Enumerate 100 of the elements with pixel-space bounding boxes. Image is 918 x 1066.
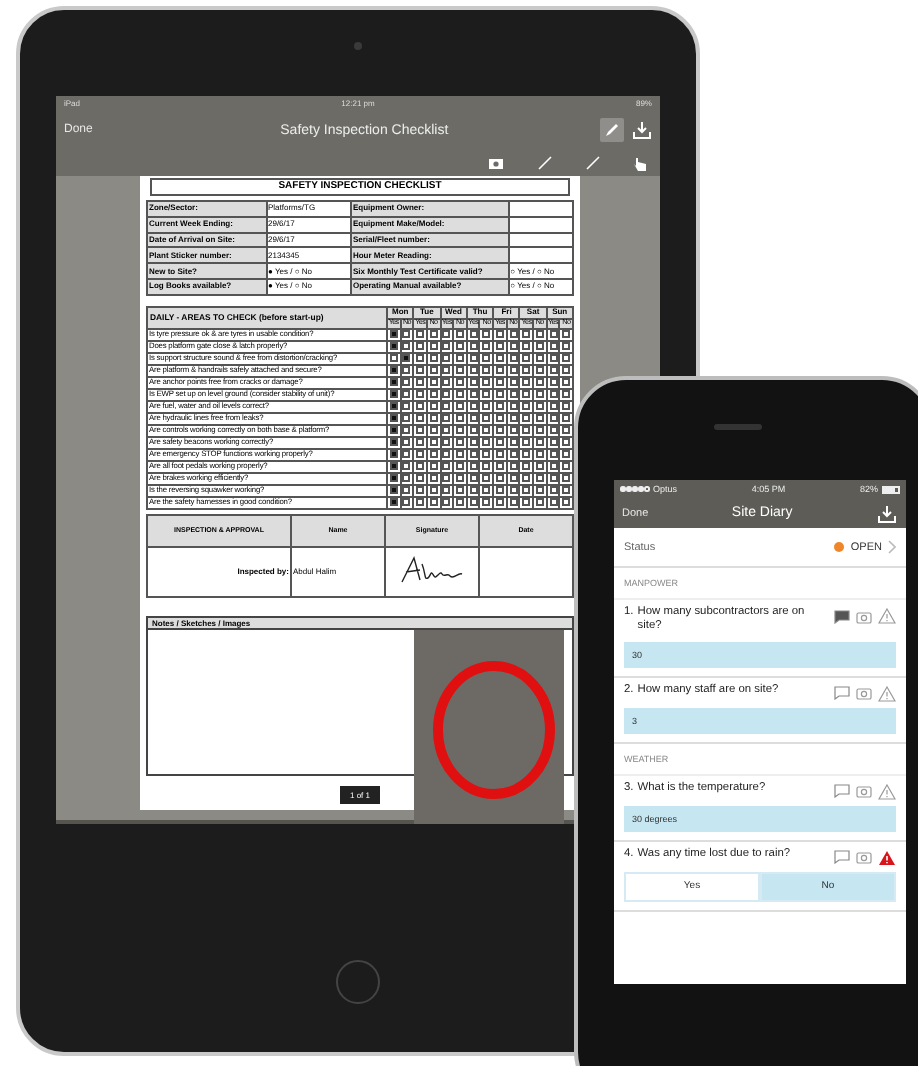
checkbox[interactable] <box>456 450 465 459</box>
checkbox[interactable] <box>456 438 465 447</box>
checkbox[interactable] <box>482 378 491 387</box>
checkbox[interactable] <box>442 498 451 507</box>
checkbox[interactable] <box>402 462 411 471</box>
checkbox[interactable] <box>402 330 411 339</box>
checkbox[interactable] <box>522 402 531 411</box>
checkbox[interactable] <box>522 450 531 459</box>
checkbox[interactable] <box>535 390 544 399</box>
checkbox[interactable] <box>549 402 557 411</box>
checkbox[interactable] <box>389 330 398 339</box>
checkbox[interactable] <box>456 486 465 495</box>
checkbox[interactable] <box>535 486 544 495</box>
checkbox[interactable] <box>416 426 425 435</box>
checkbox[interactable] <box>482 390 491 399</box>
checkbox[interactable] <box>402 414 411 423</box>
checkbox[interactable] <box>416 498 425 507</box>
checkbox[interactable] <box>469 498 478 507</box>
checkbox[interactable] <box>509 402 518 411</box>
checkbox[interactable] <box>495 330 504 339</box>
camera-icon[interactable] <box>856 686 872 701</box>
checkbox[interactable] <box>442 390 451 399</box>
checkbox[interactable] <box>402 486 411 495</box>
checkbox[interactable] <box>509 462 518 471</box>
checkbox[interactable] <box>562 474 571 483</box>
checkbox[interactable] <box>416 414 425 423</box>
checkbox[interactable] <box>416 390 425 399</box>
checkbox[interactable] <box>402 390 411 399</box>
checkbox[interactable] <box>495 474 504 483</box>
checkbox[interactable] <box>535 474 544 483</box>
checkbox[interactable] <box>442 450 451 459</box>
checkbox[interactable] <box>535 414 544 423</box>
checkbox[interactable] <box>456 342 465 351</box>
checkbox[interactable] <box>456 414 465 423</box>
checkbox[interactable] <box>442 342 451 351</box>
checkbox[interactable] <box>469 342 478 351</box>
checkbox[interactable] <box>535 330 544 339</box>
checkbox[interactable] <box>535 378 544 387</box>
checkbox[interactable] <box>429 414 438 423</box>
checkbox[interactable] <box>429 378 438 387</box>
checkbox[interactable] <box>522 366 531 375</box>
checkbox[interactable] <box>509 366 518 375</box>
checkbox[interactable] <box>389 486 398 495</box>
checkbox[interactable] <box>482 354 491 363</box>
checkbox[interactable] <box>562 414 571 423</box>
checkbox[interactable] <box>535 462 544 471</box>
checkbox[interactable] <box>522 378 531 387</box>
checkbox[interactable] <box>389 438 398 447</box>
checkbox[interactable] <box>495 390 504 399</box>
checkbox[interactable] <box>416 462 425 471</box>
checkbox[interactable] <box>469 330 478 339</box>
checkbox[interactable] <box>549 474 557 483</box>
checkbox[interactable] <box>509 378 518 387</box>
checkbox[interactable] <box>509 330 518 339</box>
checkbox[interactable] <box>482 498 491 507</box>
checkbox[interactable] <box>402 438 411 447</box>
checkbox[interactable] <box>469 438 478 447</box>
checkbox[interactable] <box>549 342 557 351</box>
checkbox[interactable] <box>495 354 504 363</box>
checkbox[interactable] <box>402 450 411 459</box>
checkbox[interactable] <box>469 354 478 363</box>
checkbox[interactable] <box>389 462 398 471</box>
checkbox[interactable] <box>562 426 571 435</box>
checkbox[interactable] <box>495 438 504 447</box>
checkbox[interactable] <box>509 474 518 483</box>
checkbox[interactable] <box>416 330 425 339</box>
checkbox[interactable] <box>429 366 438 375</box>
checkbox[interactable] <box>535 366 544 375</box>
checkbox[interactable] <box>456 474 465 483</box>
checkbox[interactable] <box>495 378 504 387</box>
checkbox[interactable] <box>535 426 544 435</box>
checkbox[interactable] <box>416 342 425 351</box>
checkbox[interactable] <box>482 426 491 435</box>
checkbox[interactable] <box>549 354 557 363</box>
checkbox[interactable] <box>549 462 557 471</box>
warning-icon[interactable] <box>878 685 896 702</box>
checkbox[interactable] <box>389 426 398 435</box>
checkbox[interactable] <box>402 366 411 375</box>
checkbox[interactable] <box>509 342 518 351</box>
checkbox[interactable] <box>429 498 438 507</box>
checkbox[interactable] <box>389 354 398 363</box>
checkbox[interactable] <box>389 402 398 411</box>
checkbox[interactable] <box>495 366 504 375</box>
checkbox[interactable] <box>442 462 451 471</box>
checkbox[interactable] <box>509 414 518 423</box>
checkbox[interactable] <box>562 354 571 363</box>
checkbox[interactable] <box>416 486 425 495</box>
checkbox[interactable] <box>535 498 544 507</box>
checkbox[interactable] <box>535 402 544 411</box>
checkbox[interactable] <box>416 450 425 459</box>
checkbox[interactable] <box>482 342 491 351</box>
checkbox[interactable] <box>442 402 451 411</box>
checkbox[interactable] <box>522 414 531 423</box>
checkbox[interactable] <box>442 366 451 375</box>
checkbox[interactable] <box>456 378 465 387</box>
checkbox[interactable] <box>456 426 465 435</box>
checkbox[interactable] <box>442 426 451 435</box>
checkbox[interactable] <box>495 402 504 411</box>
checkbox[interactable] <box>469 486 478 495</box>
checkbox[interactable] <box>389 378 398 387</box>
